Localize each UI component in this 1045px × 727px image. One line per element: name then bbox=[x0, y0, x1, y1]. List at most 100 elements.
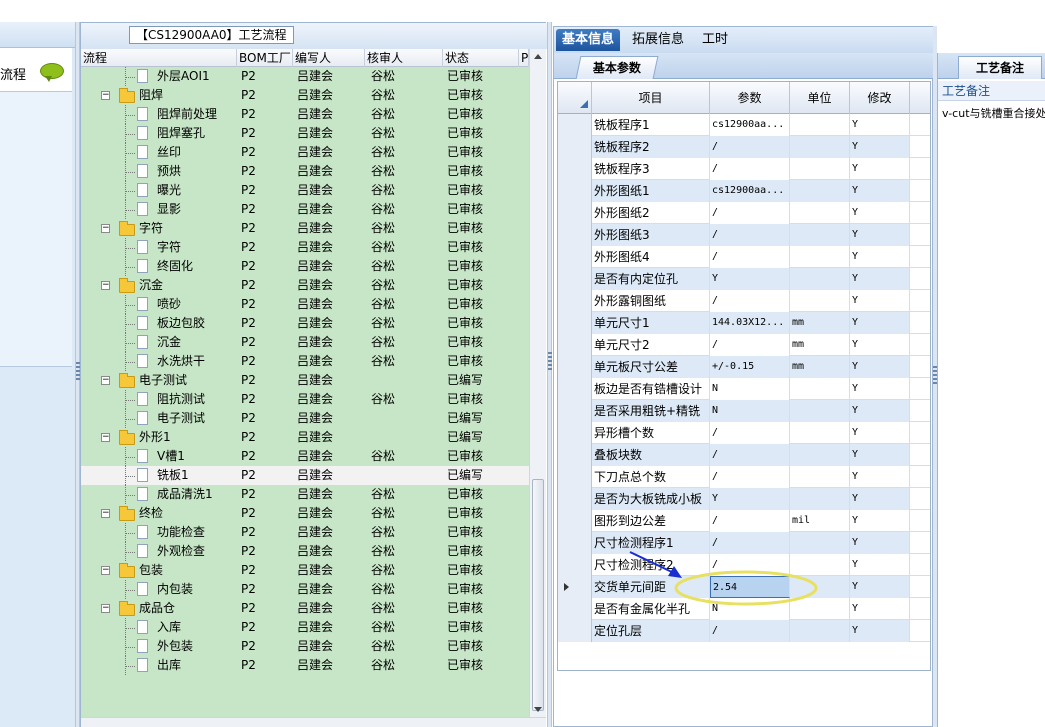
param-row[interactable]: 异形槽个数 / Y bbox=[558, 422, 930, 444]
param-modify-cell[interactable]: Y bbox=[850, 312, 910, 334]
param-value-cell[interactable]: / bbox=[710, 620, 790, 642]
tree-group-row[interactable]: − 外形1 P2 吕建会 已编写 bbox=[81, 428, 529, 447]
param-unit-cell[interactable] bbox=[790, 290, 850, 312]
param-unit-cell[interactable] bbox=[790, 444, 850, 466]
param-value-cell[interactable]: / bbox=[710, 444, 790, 466]
notes-text[interactable]: v-cut与铣槽重合接处 bbox=[942, 105, 1045, 121]
param-modify-cell[interactable]: Y bbox=[850, 400, 910, 422]
param-value-cell[interactable]: / bbox=[710, 136, 790, 158]
param-value-cell[interactable]: N bbox=[710, 378, 790, 400]
param-unit-cell[interactable] bbox=[790, 224, 850, 246]
tree-leaf-row[interactable]: 功能检查 P2 吕建会 谷松 已审核 bbox=[81, 523, 529, 542]
param-value-cell[interactable]: +/-0.15 bbox=[710, 356, 790, 378]
col-unit[interactable]: 单位 bbox=[790, 82, 850, 114]
param-row[interactable]: 下刀点总个数 / Y bbox=[558, 466, 930, 488]
tree-leaf-row[interactable]: 板边包胶 P2 吕建会 谷松 已审核 bbox=[81, 314, 529, 333]
row-header[interactable] bbox=[558, 576, 592, 598]
row-header[interactable] bbox=[558, 312, 592, 334]
param-row[interactable]: 外形图纸3/ Y bbox=[558, 224, 930, 246]
tree-leaf-row[interactable]: 阻焊前处理 P2 吕建会 谷松 已审核 bbox=[81, 105, 529, 124]
tree-leaf-row[interactable]: 外观检查 P2 吕建会 谷松 已审核 bbox=[81, 542, 529, 561]
collapse-toggle-icon[interactable]: − bbox=[101, 224, 110, 233]
param-value-cell[interactable]: Y bbox=[710, 268, 790, 290]
tab-work-hours[interactable]: 工时 bbox=[696, 29, 734, 51]
row-header[interactable] bbox=[558, 180, 592, 202]
param-modify-cell[interactable]: Y bbox=[850, 620, 910, 642]
param-modify-cell[interactable]: Y bbox=[850, 158, 910, 180]
tab-process-notes[interactable]: 工艺备注 bbox=[958, 56, 1042, 79]
row-header[interactable] bbox=[558, 136, 592, 158]
collapse-toggle-icon[interactable]: − bbox=[101, 281, 110, 290]
row-header[interactable] bbox=[558, 598, 592, 620]
row-header[interactable] bbox=[558, 290, 592, 312]
param-value-cell[interactable]: 144.03X12... bbox=[710, 312, 790, 334]
scroll-thumb[interactable] bbox=[532, 479, 544, 711]
tree-leaf-row[interactable]: 成品清洗1 P2 吕建会 谷松 已审核 bbox=[81, 485, 529, 504]
param-row[interactable]: 板边是否有锆槽设计 N Y bbox=[558, 378, 930, 400]
col-param[interactable]: 参数 bbox=[710, 82, 790, 114]
param-value-cell[interactable]: / bbox=[710, 334, 790, 356]
param-value-cell[interactable]: / bbox=[710, 224, 790, 246]
row-header[interactable] bbox=[558, 532, 592, 554]
param-unit-cell[interactable] bbox=[790, 378, 850, 400]
param-row[interactable]: 定位孔层 / Y bbox=[558, 620, 930, 642]
tree-leaf-row[interactable]: 阻焊塞孔 P2 吕建会 谷松 已审核 bbox=[81, 124, 529, 143]
tree-horizontal-scrollbar[interactable] bbox=[81, 717, 546, 727]
row-header-corner[interactable] bbox=[558, 82, 592, 114]
param-modify-cell[interactable]: Y bbox=[850, 180, 910, 202]
tree-leaf-row[interactable]: 电子测试 P2 吕建会 已编写 bbox=[81, 409, 529, 428]
nav-item-process[interactable]: 流程 bbox=[0, 48, 72, 92]
col-item[interactable]: 项目 bbox=[592, 82, 710, 114]
row-header[interactable] bbox=[558, 246, 592, 268]
param-modify-cell[interactable]: Y bbox=[850, 224, 910, 246]
row-header[interactable] bbox=[558, 378, 592, 400]
param-unit-cell[interactable] bbox=[790, 136, 850, 158]
param-unit-cell[interactable] bbox=[790, 620, 850, 642]
param-value-cell[interactable]: N bbox=[710, 400, 790, 422]
param-value-cell[interactable]: cs12900aa... bbox=[710, 180, 790, 202]
tree-group-row[interactable]: − 终检 P2 吕建会 谷松 已审核 bbox=[81, 504, 529, 523]
tree-group-row[interactable]: − 电子测试 P2 吕建会 已编写 bbox=[81, 371, 529, 390]
param-row[interactable]: 叠板块数 / Y bbox=[558, 444, 930, 466]
param-unit-cell[interactable]: mm bbox=[790, 334, 850, 356]
param-row[interactable]: 是否有金属化半孔 N Y bbox=[558, 598, 930, 620]
collapse-toggle-icon[interactable]: − bbox=[101, 433, 110, 442]
tree-leaf-row[interactable]: 预烘 P2 吕建会 谷松 已审核 bbox=[81, 162, 529, 181]
tree-leaf-row[interactable]: 终固化 P2 吕建会 谷松 已审核 bbox=[81, 257, 529, 276]
collapse-toggle-icon[interactable]: − bbox=[101, 566, 110, 575]
param-unit-cell[interactable] bbox=[790, 246, 850, 268]
param-unit-cell[interactable]: mil bbox=[790, 510, 850, 532]
tree-leaf-row[interactable]: 丝印 P2 吕建会 谷松 已审核 bbox=[81, 143, 529, 162]
row-header[interactable] bbox=[558, 114, 592, 136]
tree-leaf-row[interactable]: 出库 P2 吕建会 谷松 已审核 bbox=[81, 656, 529, 675]
col-bom-factory[interactable]: BOM工厂 bbox=[237, 49, 293, 67]
tree-group-row[interactable]: − 成品仓 P2 吕建会 谷松 已审核 bbox=[81, 599, 529, 618]
col-modify[interactable]: 修改 bbox=[850, 82, 910, 114]
col-status[interactable]: 状态 bbox=[443, 49, 519, 67]
param-unit-cell[interactable] bbox=[790, 400, 850, 422]
row-header[interactable] bbox=[558, 202, 592, 224]
param-modify-cell[interactable]: Y bbox=[850, 356, 910, 378]
tree-leaf-row[interactable]: 喷砂 P2 吕建会 谷松 已审核 bbox=[81, 295, 529, 314]
param-row[interactable]: 外形露铜图纸 / Y bbox=[558, 290, 930, 312]
param-unit-cell[interactable] bbox=[790, 576, 850, 598]
param-modify-cell[interactable]: Y bbox=[850, 510, 910, 532]
param-value-cell[interactable]: / bbox=[710, 246, 790, 268]
param-value-cell[interactable]: Y bbox=[710, 488, 790, 510]
param-unit-cell[interactable] bbox=[790, 158, 850, 180]
param-modify-cell[interactable]: Y bbox=[850, 290, 910, 312]
tree-leaf-row[interactable]: 字符 P2 吕建会 谷松 已审核 bbox=[81, 238, 529, 257]
tree-leaf-row[interactable]: 水洗烘干 P2 吕建会 谷松 已审核 bbox=[81, 352, 529, 371]
row-header[interactable] bbox=[558, 268, 592, 290]
param-unit-cell[interactable] bbox=[790, 532, 850, 554]
param-modify-cell[interactable]: Y bbox=[850, 444, 910, 466]
collapse-toggle-icon[interactable]: − bbox=[101, 509, 110, 518]
row-header[interactable] bbox=[558, 158, 592, 180]
param-row[interactable]: 单元尺寸1 144.03X12... mm Y bbox=[558, 312, 930, 334]
param-modify-cell[interactable]: Y bbox=[850, 334, 910, 356]
param-row[interactable]: 铣板程序2/ Y bbox=[558, 136, 930, 158]
scroll-down-icon[interactable] bbox=[534, 707, 542, 712]
tree-leaf-row[interactable]: V槽1 P2 吕建会 谷松 已审核 bbox=[81, 447, 529, 466]
row-header[interactable] bbox=[558, 466, 592, 488]
tree-leaf-row[interactable]: 沉金 P2 吕建会 谷松 已审核 bbox=[81, 333, 529, 352]
